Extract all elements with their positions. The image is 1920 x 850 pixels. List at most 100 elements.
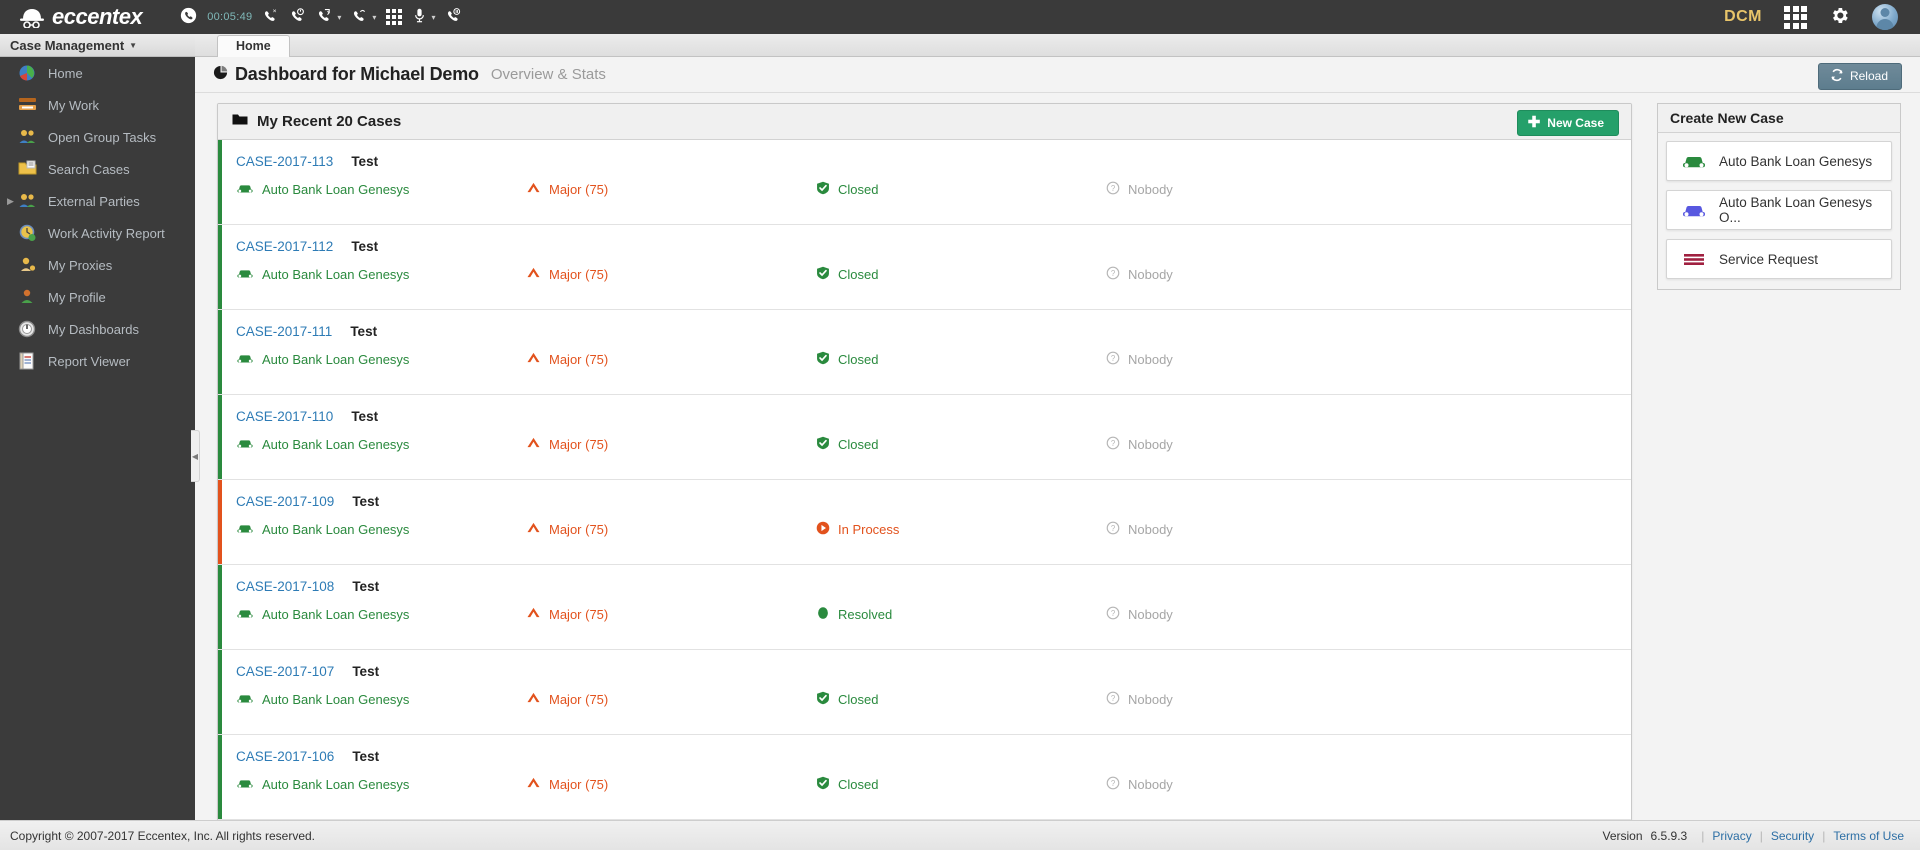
table-row[interactable]: CASE-2017-112 Test Auto Bank Loan Genesy… — [218, 225, 1631, 310]
telephony-toolbar: 00:05:49 × ▾ ▾ ▾ — [180, 7, 462, 27]
chevron-right-icon[interactable]: ▶ — [7, 196, 14, 207]
case-id-link[interactable]: CASE-2017-111 — [236, 324, 332, 339]
case-status-label: Closed — [838, 437, 879, 452]
clock-report-icon — [18, 224, 39, 242]
sidebar-item-report-viewer[interactable]: Report Viewer — [0, 345, 195, 377]
table-row[interactable]: CASE-2017-109 Test Auto Bank Loan Genesy… — [218, 480, 1631, 565]
tab-strip: Home — [195, 34, 1920, 57]
create-new-case-items: Auto Bank Loan Genesys Auto Bank Loan Ge… — [1657, 133, 1901, 290]
footer-separator: | — [1701, 828, 1705, 843]
collapse-sidebar-handle[interactable]: ◀ — [191, 430, 200, 482]
sidebar-item-label: Home — [48, 65, 83, 81]
new-case-button[interactable]: ✚ New Case — [1516, 110, 1619, 136]
car-icon — [236, 267, 254, 283]
footer-link-terms-of-use[interactable]: Terms of Use — [1833, 829, 1904, 843]
case-owner-label: Nobody — [1128, 607, 1173, 622]
sidebar-item-my-work[interactable]: My Work — [0, 89, 195, 121]
sidebar-item-search-cases[interactable]: Search Cases — [0, 153, 195, 185]
sidebar-item-home[interactable]: Home — [0, 57, 195, 89]
case-owner-cell: ? Nobody — [1106, 521, 1173, 538]
brand-logo[interactable]: eccentex — [18, 4, 143, 30]
phone-transfer-icon[interactable] — [316, 7, 333, 27]
sidebar-item-external-parties[interactable]: ▶ External Parties — [0, 185, 195, 217]
call-timer: 00:05:49 — [207, 11, 253, 23]
table-row[interactable]: CASE-2017-110 Test Auto Bank Loan Genesy… — [218, 395, 1631, 480]
footer-separator: | — [1822, 828, 1826, 843]
cases-list[interactable]: CASE-2017-113 Test Auto Bank Loan Genesy… — [218, 140, 1631, 820]
case-priority-label: Major (75) — [549, 522, 609, 537]
car-icon — [236, 692, 254, 708]
check-circle-icon — [816, 776, 830, 793]
row-secondary-line: Auto Bank Loan Genesys Major (75) Closed… — [236, 691, 1631, 708]
proxy-person-icon — [18, 256, 39, 274]
sidebar-app-switcher[interactable]: Case Management ▼ — [0, 34, 195, 57]
table-row[interactable]: CASE-2017-113 Test Auto Bank Loan Genesy… — [218, 140, 1631, 225]
tab-home[interactable]: Home — [217, 35, 290, 57]
case-id-link[interactable]: CASE-2017-107 — [236, 664, 334, 679]
case-name: Test — [351, 409, 379, 424]
row-status-accent-bar — [218, 310, 222, 394]
row-primary-line: CASE-2017-106 Test — [236, 735, 1631, 764]
report-notebook-icon — [18, 352, 39, 370]
sidebar-item-open-group-tasks[interactable]: Open Group Tasks — [0, 121, 195, 153]
case-owner-label: Nobody — [1128, 692, 1173, 707]
avatar[interactable] — [1872, 4, 1898, 30]
case-name: Test — [352, 579, 380, 594]
footer-link-privacy[interactable]: Privacy — [1712, 829, 1751, 843]
row-status-accent-bar — [218, 565, 222, 649]
case-status-label: Closed — [838, 182, 879, 197]
case-status-label: Closed — [838, 777, 879, 792]
phone-missed-icon[interactable]: × — [262, 7, 279, 27]
svg-text:?: ? — [1111, 779, 1116, 788]
svg-text:?: ? — [1111, 184, 1116, 193]
case-status-cell: Closed — [816, 351, 1106, 368]
inbox-tray-icon — [18, 96, 39, 114]
case-id-link[interactable]: CASE-2017-106 — [236, 749, 334, 764]
phone-forward-dropdown-caret-icon[interactable]: ▾ — [372, 13, 376, 22]
microphone-icon[interactable] — [412, 7, 427, 27]
sidebar-item-my-profile[interactable]: My Profile — [0, 281, 195, 313]
pie-chart-icon — [213, 65, 228, 85]
create-case-item-service-request[interactable]: Service Request — [1666, 239, 1892, 279]
sidebar-item-my-dashboards[interactable]: My Dashboards — [0, 313, 195, 345]
svg-text:?: ? — [1111, 354, 1116, 363]
apps-grid-icon[interactable] — [1784, 5, 1807, 29]
phone-transfer-dropdown-caret-icon[interactable]: ▾ — [337, 13, 341, 22]
microphone-dropdown-caret-icon[interactable]: ▾ — [431, 13, 435, 22]
svg-text:?: ? — [1111, 524, 1116, 533]
question-circle-icon: ? — [1106, 436, 1120, 453]
row-secondary-line: Auto Bank Loan Genesys Major (75) Closed… — [236, 181, 1631, 198]
table-row[interactable]: CASE-2017-106 Test Auto Bank Loan Genesy… — [218, 735, 1631, 820]
refresh-icon — [1830, 68, 1844, 84]
case-type-label: Auto Bank Loan Genesys — [262, 692, 410, 707]
table-row[interactable]: CASE-2017-108 Test Auto Bank Loan Genesy… — [218, 565, 1631, 650]
check-circle-icon — [816, 266, 830, 283]
table-row[interactable]: CASE-2017-111 Test Auto Bank Loan Genesy… — [218, 310, 1631, 395]
case-id-link[interactable]: CASE-2017-110 — [236, 409, 333, 424]
case-type-label: Auto Bank Loan Genesys — [262, 777, 410, 792]
sidebar-item-my-proxies[interactable]: My Proxies — [0, 249, 195, 281]
dialpad-icon[interactable] — [386, 9, 403, 25]
sidebar: Case Management ▼ Home My Work Open Grou… — [0, 34, 195, 820]
case-id-link[interactable]: CASE-2017-113 — [236, 154, 333, 169]
row-status-accent-bar — [218, 225, 222, 309]
case-name: Test — [351, 154, 379, 169]
phone-forward-icon[interactable] — [351, 7, 368, 27]
sidebar-item-work-activity-report[interactable]: Work Activity Report — [0, 217, 195, 249]
case-id-link[interactable]: CASE-2017-112 — [236, 239, 333, 254]
case-name: Test — [350, 324, 378, 339]
create-case-item-auto-bank-loan-genesys-o[interactable]: Auto Bank Loan Genesys O... — [1666, 190, 1892, 230]
phone-hold-icon[interactable] — [289, 7, 306, 27]
case-id-link[interactable]: CASE-2017-109 — [236, 494, 334, 509]
gear-icon[interactable] — [1829, 5, 1850, 30]
phone-pause-icon[interactable] — [445, 7, 462, 27]
table-row[interactable]: CASE-2017-107 Test Auto Bank Loan Genesy… — [218, 650, 1631, 735]
row-primary-line: CASE-2017-107 Test — [236, 650, 1631, 679]
phone-active-icon[interactable] — [180, 7, 197, 27]
case-type-label: Auto Bank Loan Genesys — [262, 607, 410, 622]
reload-button[interactable]: Reload — [1817, 63, 1902, 90]
case-id-link[interactable]: CASE-2017-108 — [236, 579, 334, 594]
case-priority-label: Major (75) — [549, 352, 609, 367]
footer-link-security[interactable]: Security — [1771, 829, 1814, 843]
create-case-item-auto-bank-loan-genesys[interactable]: Auto Bank Loan Genesys — [1666, 141, 1892, 181]
